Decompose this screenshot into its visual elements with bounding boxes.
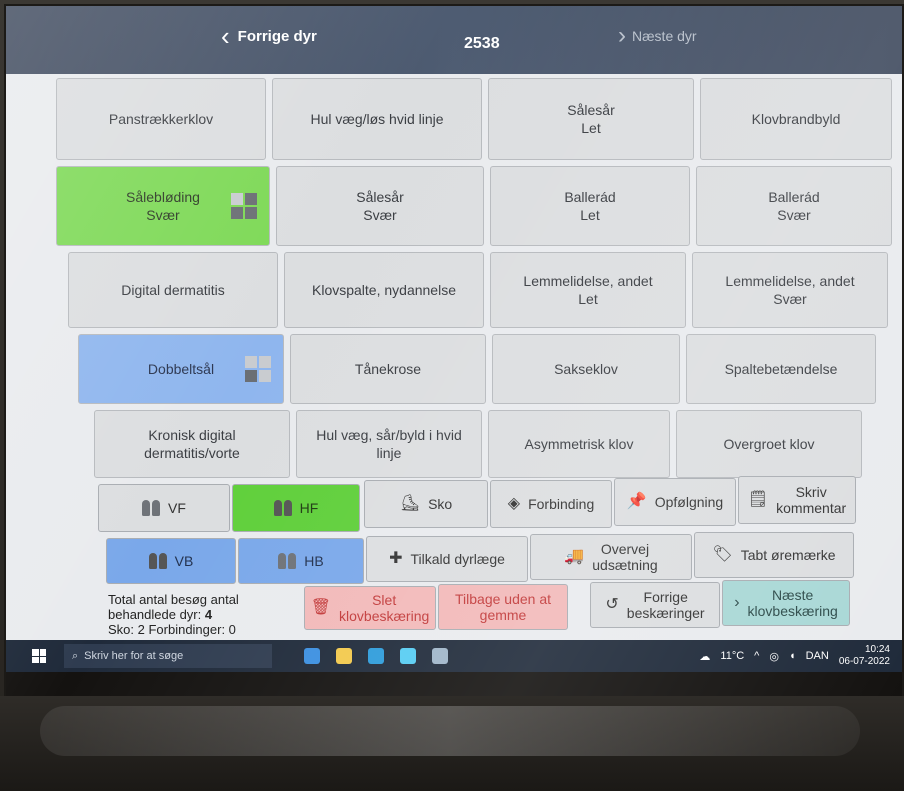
chevron-right-icon: › [618,22,626,49]
hoof-icon [273,500,292,516]
undo-icon: ↺ [605,596,619,613]
tile-kronisk-digital-dermatitis[interactable]: Kronisk digital dermatitis/vorte [94,410,290,478]
tile-hul-vaeg-los-hvid-linje[interactable]: Hul væg/løs hvid linje [272,78,482,160]
tile-tanekrose[interactable]: Tånekrose [290,334,486,404]
grid-icon [231,193,257,219]
next-animal-label: Næste dyr [632,28,697,44]
tile-lemmelidelse-svaer[interactable]: Lemmelidelse, andet Svær [692,252,888,328]
search-icon: ⌕ [72,649,79,662]
prev-animal-label: Forrige dyr [237,27,317,45]
shoe-icon: ⛸ [399,495,421,512]
tile-salesar-let[interactable]: Sålesår Let [488,78,694,160]
grid-icon [245,356,271,382]
leg-vb-button[interactable]: VB [106,538,236,584]
medkit-icon: ✚ [389,550,403,567]
tilbage-uden-at-gemme-button[interactable]: Tilbage uden at gemme [438,584,568,630]
tile-klovspalte-nydannelse[interactable]: Klovspalte, nydannelse [284,252,484,328]
opfolgning-button[interactable]: 📌 Opfølgning [614,478,736,526]
tile-hul-vaeg-sar-byld[interactable]: Hul væg, sår/byld i hvid linje [296,410,482,478]
tile-saleblodning-svaer[interactable]: Sålebløding Svær [56,166,270,246]
taskbar: ⌕ Skriv her for at søge ☁ 11°C ^ ◎ ◖ DAN… [6,640,902,672]
tile-salesar-svaer[interactable]: Sålesår Svær [276,166,484,246]
hoof-icon [278,553,297,569]
taskbar-search[interactable]: ⌕ Skriv her for at søge [64,644,272,668]
clock[interactable]: 10:24 06-07-2022 [839,644,890,668]
tile-spaltebetaendelse[interactable]: Spaltebetændelse [686,334,876,404]
chevron-right-icon: › [734,594,740,611]
bandage-icon: ◈ [507,495,521,512]
forrige-beskaeringer-button[interactable]: ↺ Forrige beskæringer [590,582,720,628]
trash-icon: 🗑 [310,599,332,616]
tile-ballerad-let[interactable]: Ballerád Let [490,166,690,246]
naeste-klovbeskaering-button[interactable]: › Næste klovbeskæring [722,580,850,626]
header-bar: ‹ Forrige dyr 2538 › Næste dyr [6,6,902,74]
note-icon: 🗒 [747,491,769,508]
screen-bezel [6,672,902,696]
leg-hb-button[interactable]: HB [238,538,364,584]
edge-icon[interactable] [304,648,320,664]
visit-summary: Total antal besøg antal behandlede dyr: … [108,592,239,637]
store-icon[interactable] [368,648,384,664]
windows-start-icon[interactable] [32,649,46,663]
tile-lemmelidelse-let[interactable]: Lemmelidelse, andet Let [490,252,686,328]
hoof-icon [142,500,161,516]
tile-klovbrandbyld[interactable]: Klovbrandbyld [700,78,892,160]
chevron-left-icon: ‹ [221,21,230,51]
tabt-oremaerke-button[interactable]: 🏷 Tabt øremærke [694,532,854,578]
explorer-icon[interactable] [336,648,352,664]
plastic-shine [40,706,860,756]
skriv-kommentar-button[interactable]: 🗒 Skriv kommentar [738,476,856,524]
sko-button[interactable]: ⛸ Sko [364,480,488,528]
leg-hf-button[interactable]: HF [232,484,360,532]
forbinding-button[interactable]: ◈ Forbinding [490,480,612,528]
volume-icon[interactable]: ◖ [789,650,796,662]
animal-id: 2538 [464,35,500,52]
app-icon[interactable] [432,648,448,664]
tile-ballerad-svaer[interactable]: Ballerád Svær [696,166,892,246]
tile-overgroet-klov[interactable]: Overgroet klov [676,410,862,478]
overvej-udsaetning-button[interactable]: 🚚 Overvej udsætning [530,534,692,580]
next-animal-button[interactable]: › Næste dyr [618,22,697,49]
tile-panstraekkerklov[interactable]: Panstrækkerklov [56,78,266,160]
tile-digital-dermatitis[interactable]: Digital dermatitis [68,252,278,328]
hoof-icon [148,553,167,569]
tilkald-dyrlaege-button[interactable]: ✚ Tilkald dyrlæge [366,536,528,582]
weather-icon: ☁ [699,650,711,663]
prev-animal-button[interactable]: ‹ Forrige dyr [221,21,317,51]
mail-icon[interactable] [400,648,416,664]
truck-icon: 🚚 [564,548,585,565]
tile-dobbeltsal[interactable]: Dobbeltsål [78,334,284,404]
system-tray: ☁ 11°C ^ ◎ ◖ DAN 10:24 06-07-2022 [699,644,890,668]
tablet-screen: ‹ Forrige dyr 2538 › Næste dyr Panstrækk… [6,6,902,696]
network-icon[interactable]: ◎ [769,650,779,663]
taskbar-apps [304,648,448,664]
pin-icon: 📌 [626,493,647,510]
tag-icon: 🏷 [712,546,733,563]
tile-sakseklov[interactable]: Sakseklov [492,334,680,404]
tile-asymmetrisk-klov[interactable]: Asymmetrisk klov [488,410,670,478]
slet-klovbeskaering-button[interactable]: 🗑 Slet klovbeskæring [304,586,436,630]
leg-vf-button[interactable]: VF [98,484,230,532]
chevron-up-icon[interactable]: ^ [754,650,759,662]
